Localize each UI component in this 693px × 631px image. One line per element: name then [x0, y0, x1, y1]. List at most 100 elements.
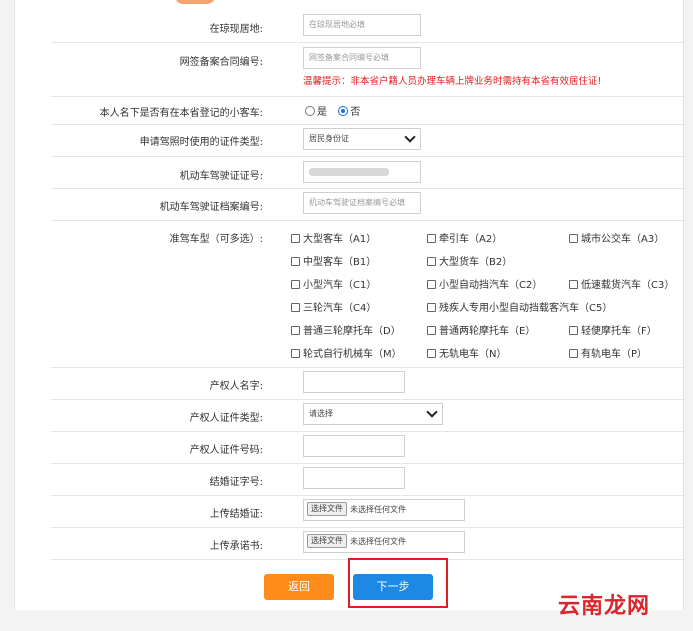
car-question-label: 本人名下是否有在本省登记的小客车: — [99, 108, 263, 119]
vehicle-type-label: 普通三轮摩托车（D） — [303, 326, 401, 337]
checkbox-icon[interactable] — [427, 326, 436, 335]
vehicle-type-label: 低速载货汽车（C3） — [581, 280, 675, 291]
upload-marriage-row: 上传结婚证: 选择文件 未选择任何文件 — [51, 495, 683, 528]
vehicle-type-label: 大型客车（A1） — [303, 234, 377, 245]
checkbox-icon[interactable] — [427, 303, 436, 312]
license-blurred-value — [309, 168, 389, 176]
id-type-select[interactable]: 居民身份证 — [303, 128, 421, 150]
watermark-logo: 云南龙网 — [558, 594, 651, 619]
vehicle-type-option[interactable]: 大型客车（A1） — [291, 230, 376, 245]
vehicle-type-label: 三轮汽车（C4） — [303, 303, 377, 314]
marriage-no-row: 结婚证字号: — [51, 463, 683, 496]
vehicle-type-label: 中型客车（B1） — [303, 257, 377, 268]
archive-row: 机动车驾驶证档案编号: 机动车驾驶证档案编号必填 — [51, 188, 683, 221]
radio-yes[interactable] — [305, 106, 315, 116]
vehicle-type-option[interactable]: 三轮汽车（C4） — [291, 299, 376, 314]
owner-name-label: 产权人名字: — [209, 381, 263, 392]
license-input[interactable] — [303, 161, 421, 183]
vehicle-type-option[interactable]: 普通三轮摩托车（D） — [291, 322, 401, 337]
form-panel: 在琼现居地: 在琼现居地必填 网签备案合同编号: 网签备案合同编号必填 温馨提示… — [14, 0, 684, 610]
license-label: 机动车驾驶证证号: — [179, 171, 263, 182]
vehicle-types-row: 准驾车型（可多选）: 大型客车（A1） 牵引车（A2） 城市公交车（A3） 中型客车（… — [51, 220, 683, 368]
checkbox-icon[interactable] — [291, 280, 300, 289]
checkbox-icon[interactable] — [569, 234, 578, 243]
residence-row: 在琼现居地: 在琼现居地必填 — [51, 8, 683, 43]
owner-id-no-input[interactable] — [303, 435, 405, 457]
owner-id-type-row: 产权人证件类型: 请选择 — [51, 399, 683, 432]
vehicle-type-option[interactable]: 轮式自行机械车（M） — [291, 345, 402, 360]
owner-id-type-select[interactable]: 请选择 — [303, 403, 443, 425]
vehicle-type-label: 普通两轮摩托车（E） — [439, 326, 536, 337]
vehicle-type-label: 残疾人专用小型自动挡载客汽车（C5） — [439, 303, 613, 314]
vehicle-types-label: 准驾车型（可多选）: — [169, 234, 263, 245]
vehicle-type-option[interactable]: 无轨电车（N） — [427, 345, 506, 360]
chevron-down-icon — [404, 131, 416, 143]
checkbox-icon[interactable] — [291, 326, 300, 335]
vehicle-type-label: 小型自动挡汽车（C2） — [439, 280, 543, 291]
vehicle-type-label: 轮式自行机械车（M） — [303, 349, 402, 360]
vehicle-type-option[interactable]: 轻便摩托车（F） — [569, 322, 657, 337]
id-type-row: 申请驾照时使用的证件类型: 居民身份证 — [51, 124, 683, 157]
vehicle-type-label: 有轨电车（P） — [581, 349, 648, 360]
residence-input[interactable]: 在琼现居地必填 — [303, 14, 421, 36]
vehicle-type-option[interactable]: 普通两轮摩托车（E） — [427, 322, 535, 337]
upload-promise-status: 未选择任何文件 — [350, 537, 406, 546]
radio-yes-label: 是 — [317, 107, 327, 118]
upload-marriage-field: 选择文件 未选择任何文件 — [303, 499, 465, 521]
marriage-no-input[interactable] — [303, 467, 405, 489]
checkbox-icon[interactable] — [427, 280, 436, 289]
marriage-no-label: 结婚证字号: — [209, 477, 263, 488]
vehicle-type-label: 小型汽车（C1） — [303, 280, 377, 291]
owner-name-row: 产权人名字: — [51, 367, 683, 400]
checkbox-icon[interactable] — [427, 257, 436, 266]
upload-marriage-label: 上传结婚证: — [209, 509, 263, 520]
owner-id-no-label: 产权人证件号码: — [189, 445, 263, 456]
vehicle-type-option[interactable]: 小型自动挡汽车（C2） — [427, 276, 542, 291]
owner-name-input[interactable] — [303, 371, 405, 393]
vehicle-type-option[interactable]: 中型客车（B1） — [291, 253, 376, 268]
upload-marriage-status: 未选择任何文件 — [350, 505, 406, 514]
license-row: 机动车驾驶证证号: — [51, 156, 683, 189]
upload-marriage-button[interactable]: 选择文件 — [307, 502, 347, 516]
upload-promise-label: 上传承诺书: — [209, 541, 263, 552]
owner-id-type-value: 请选择 — [309, 409, 333, 418]
vehicle-type-option[interactable]: 大型货车（B2） — [427, 253, 512, 268]
checkbox-icon[interactable] — [291, 234, 300, 243]
vehicle-type-option[interactable]: 残疾人专用小型自动挡载客汽车（C5） — [427, 299, 612, 314]
archive-input[interactable]: 机动车驾驶证档案编号必填 — [303, 192, 421, 214]
vehicle-type-option[interactable]: 低速载货汽车（C3） — [569, 276, 674, 291]
vehicle-type-option[interactable]: 有轨电车（P） — [569, 345, 647, 360]
chevron-down-icon — [426, 406, 438, 418]
checkbox-icon[interactable] — [291, 257, 300, 266]
owner-id-no-row: 产权人证件号码: — [51, 431, 683, 464]
contract-row: 网签备案合同编号: 网签备案合同编号必填 温馨提示：非本省户籍人员办理车辆上牌业… — [51, 42, 683, 97]
back-button[interactable]: 返回 — [264, 574, 334, 600]
vehicle-type-label: 牵引车（A2） — [439, 234, 503, 245]
checkbox-icon[interactable] — [569, 349, 578, 358]
checkbox-icon[interactable] — [427, 349, 436, 358]
checkbox-icon[interactable] — [569, 280, 578, 289]
vehicle-type-option[interactable]: 牵引车（A2） — [427, 230, 502, 245]
checkbox-icon[interactable] — [427, 234, 436, 243]
vehicle-type-option[interactable]: 小型汽车（C1） — [291, 276, 376, 291]
vehicle-type-option[interactable]: 城市公交车（A3） — [569, 230, 664, 245]
vehicle-type-label: 轻便摩托车（F） — [581, 326, 657, 337]
car-question-options: 是 否 — [305, 103, 360, 118]
residence-label: 在琼现居地: — [209, 24, 263, 35]
contract-input[interactable]: 网签备案合同编号必填 — [303, 47, 421, 69]
vehicle-type-label: 城市公交车（A3） — [581, 234, 665, 245]
upload-promise-button[interactable]: 选择文件 — [307, 534, 347, 548]
checkbox-icon[interactable] — [291, 303, 300, 312]
vehicle-type-label: 大型货车（B2） — [439, 257, 513, 268]
upload-promise-row: 上传承诺书: 选择文件 未选择任何文件 — [51, 527, 683, 560]
next-button[interactable]: 下一步 — [353, 574, 433, 600]
checkbox-icon[interactable] — [291, 349, 300, 358]
upload-promise-field: 选择文件 未选择任何文件 — [303, 531, 465, 553]
archive-label: 机动车驾驶证档案编号: — [159, 202, 263, 213]
owner-id-type-label: 产权人证件类型: — [189, 413, 263, 424]
radio-no-label: 否 — [350, 107, 361, 118]
id-type-label: 申请驾照时使用的证件类型: — [139, 137, 263, 148]
radio-no[interactable] — [338, 106, 349, 116]
car-question-row: 本人名下是否有在本省登记的小客车: 是 否 — [51, 96, 683, 125]
checkbox-icon[interactable] — [569, 326, 578, 335]
